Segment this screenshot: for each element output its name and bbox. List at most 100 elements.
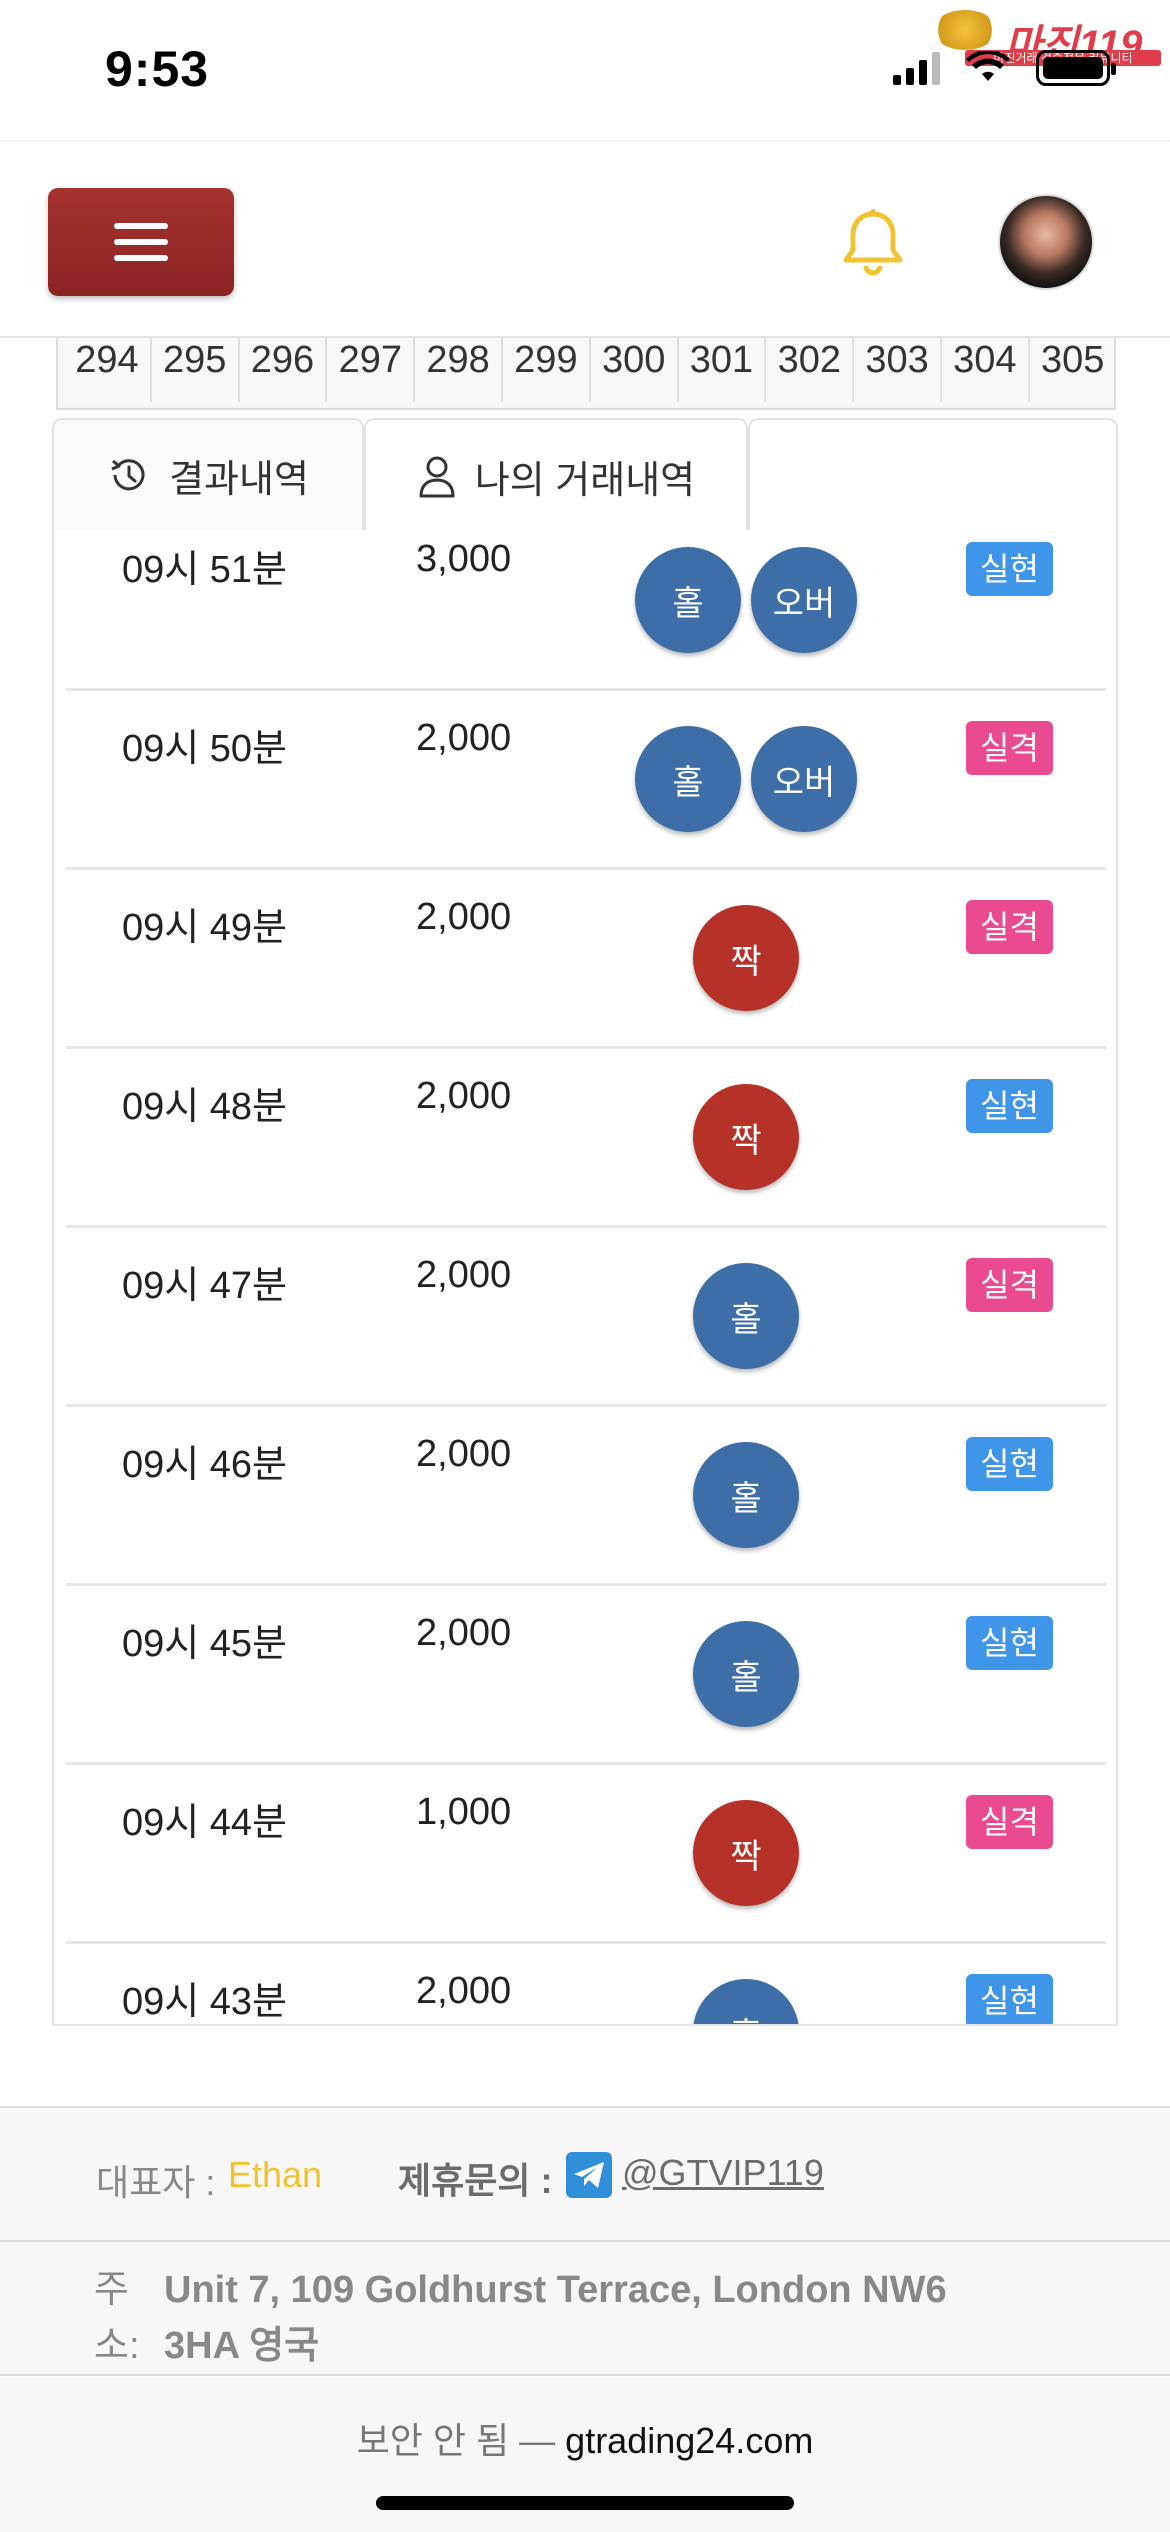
round-number[interactable]: 295	[151, 338, 240, 402]
trade-time: 09시 47분	[122, 1265, 288, 1307]
app-header	[0, 140, 1170, 338]
menu-button[interactable]	[48, 188, 234, 296]
trade-amount: 2,000	[416, 717, 512, 759]
round-number[interactable]: 299	[502, 338, 591, 402]
result-badge: 실현	[966, 1079, 1053, 1133]
trade-row: 09시 45분 2,000 홀 실현	[66, 1586, 1106, 1765]
domain-label: gtrading24.com	[565, 2420, 814, 2461]
trade-picks: 홀	[586, 1263, 906, 1371]
trade-amount: 2,000	[416, 1075, 512, 1117]
tab-results-label: 결과내역	[169, 458, 309, 501]
trade-row: 09시 48분 2,000 짝 실현	[66, 1049, 1106, 1228]
result-badge: 실현	[966, 1437, 1053, 1491]
footer-contact: 대표자 : Ethan 제휴문의 : @GTVIP119	[0, 2106, 1170, 2242]
trade-row: 09시 43분 2,000 홀 실현	[66, 1944, 1106, 2024]
inquiry-label: 제휴문의 :	[398, 2160, 553, 2201]
watermark-emblem-icon	[933, 10, 997, 50]
round-number[interactable]: 298	[415, 338, 503, 402]
history-icon	[111, 459, 145, 491]
page: 9:53 마진119 마진거래 검증전문 커뮤니티	[0, 0, 1170, 2532]
trade-row: 09시 47분 2,000 홀 실격	[66, 1228, 1106, 1407]
home-indicator[interactable]	[376, 2496, 794, 2510]
pick-chip-odd: 홀	[693, 1979, 799, 2024]
status-bar: 9:53 마진119 마진거래 검증전문 커뮤니티	[0, 0, 1170, 140]
trade-time: 09시 50분	[122, 728, 288, 770]
trade-picks: 홀 오버	[586, 547, 906, 655]
trade-picks: 홀	[586, 1621, 906, 1729]
url-display[interactable]: 보안 안 됨 — gtrading24.com	[0, 2412, 1170, 2464]
insecure-label: 보안 안 됨 —	[356, 2420, 556, 2461]
representative-label: 대표자 :	[96, 2162, 216, 2203]
trade-amount: 2,000	[416, 1612, 512, 1654]
round-number[interactable]: 305	[1029, 338, 1114, 402]
pick-chip-odd: 홀	[693, 1621, 799, 1727]
round-number[interactable]: 302	[766, 338, 855, 402]
trade-amount: 2,000	[416, 1254, 512, 1296]
trade-amount: 2,000	[416, 1433, 512, 1475]
battery-icon	[1036, 50, 1116, 86]
round-number[interactable]: 304	[941, 338, 1030, 402]
pick-chip-even: 짝	[693, 1084, 799, 1190]
result-badge: 실격	[966, 900, 1053, 954]
trade-amount: 2,000	[416, 896, 512, 938]
telegram-icon[interactable]	[566, 2152, 612, 2198]
pick-chip-even: 짝	[693, 905, 799, 1011]
cellular-signal-icon	[893, 51, 940, 85]
trade-time: 09시 45분	[122, 1623, 288, 1665]
trade-picks: 짝	[586, 1800, 906, 1908]
pick-chip-odd: 홀	[693, 1263, 799, 1369]
trade-amount: 1,000	[416, 1791, 512, 1833]
round-number[interactable]: 303	[854, 338, 942, 402]
round-number-strip: 294 295 296 297 298 299 300 301 302 303 304 305	[56, 338, 1116, 410]
round-number[interactable]: 296	[239, 338, 328, 402]
bell-icon[interactable]	[838, 206, 908, 278]
result-badge: 실현	[966, 542, 1053, 596]
pick-chip-over: 오버	[751, 547, 857, 653]
round-number[interactable]: 301	[678, 338, 767, 402]
result-badge: 실격	[966, 1795, 1053, 1849]
representative-name: Ethan	[228, 2154, 323, 2195]
trade-row: 09시 51분 3,000 홀 오버 실현	[66, 530, 1106, 691]
pick-chip-odd: 홀	[635, 547, 741, 653]
round-number[interactable]: 297	[327, 338, 416, 402]
tab-bar: 결과내역 나의 거래내역	[52, 418, 1118, 532]
trade-picks: 홀	[586, 1442, 906, 1550]
tab-results[interactable]: 결과내역	[52, 418, 364, 530]
tab-empty-area	[748, 418, 1118, 530]
trade-time: 09시 49분	[122, 907, 288, 949]
trade-time: 09시 51분	[122, 549, 288, 591]
result-badge: 실격	[966, 721, 1053, 775]
pick-chip-over: 오버	[751, 726, 857, 832]
trade-picks: 홀	[586, 1979, 906, 2024]
result-badge: 실현	[966, 1616, 1053, 1670]
address-label: 주소:	[94, 2269, 140, 2367]
trade-picks: 짝	[586, 1084, 906, 1192]
trade-history-list[interactable]: 09시 51분 3,000 홀 오버 실현 09시 50분 2,000 홀 오버 실격 09시 49…	[52, 530, 1118, 2026]
tab-my-trades[interactable]: 나의 거래내역	[364, 418, 748, 532]
trade-row: 09시 44분 1,000 짝 실격	[66, 1765, 1106, 1944]
tab-my-trades-label: 나의 거래내역	[474, 459, 696, 502]
trade-picks: 홀 오버	[586, 726, 906, 834]
address-text: Unit 7, 109 Goldhurst Terrace, London NW…	[164, 2269, 947, 2367]
trade-time: 09시 46분	[122, 1444, 288, 1486]
pick-chip-odd: 홀	[693, 1442, 799, 1548]
trade-row: 09시 50분 2,000 홀 오버 실격	[66, 691, 1106, 870]
avatar[interactable]	[998, 194, 1094, 290]
round-number[interactable]: 300	[590, 338, 679, 402]
trade-row: 09시 46분 2,000 홀 실현	[66, 1407, 1106, 1586]
hamburger-icon	[114, 223, 168, 229]
browser-address-bar[interactable]: 보안 안 됨 — gtrading24.com	[0, 2378, 1170, 2532]
trade-amount: 3,000	[416, 538, 512, 580]
trade-row: 09시 49분 2,000 짝 실격	[66, 870, 1106, 1049]
round-number[interactable]: 294	[64, 338, 152, 402]
result-badge: 실현	[966, 1974, 1053, 2024]
status-icons	[893, 50, 1116, 86]
user-icon	[419, 456, 455, 498]
footer-address: 주소: Unit 7, 109 Goldhurst Terrace, Londo…	[0, 2242, 1170, 2376]
pick-chip-odd: 홀	[635, 726, 741, 832]
trade-time: 09시 43분	[122, 1981, 288, 2023]
status-time: 9:53	[105, 41, 210, 97]
result-badge: 실격	[966, 1258, 1053, 1312]
telegram-handle-link[interactable]: @GTVIP119	[622, 2152, 824, 2194]
trade-time: 09시 48분	[122, 1086, 288, 1128]
